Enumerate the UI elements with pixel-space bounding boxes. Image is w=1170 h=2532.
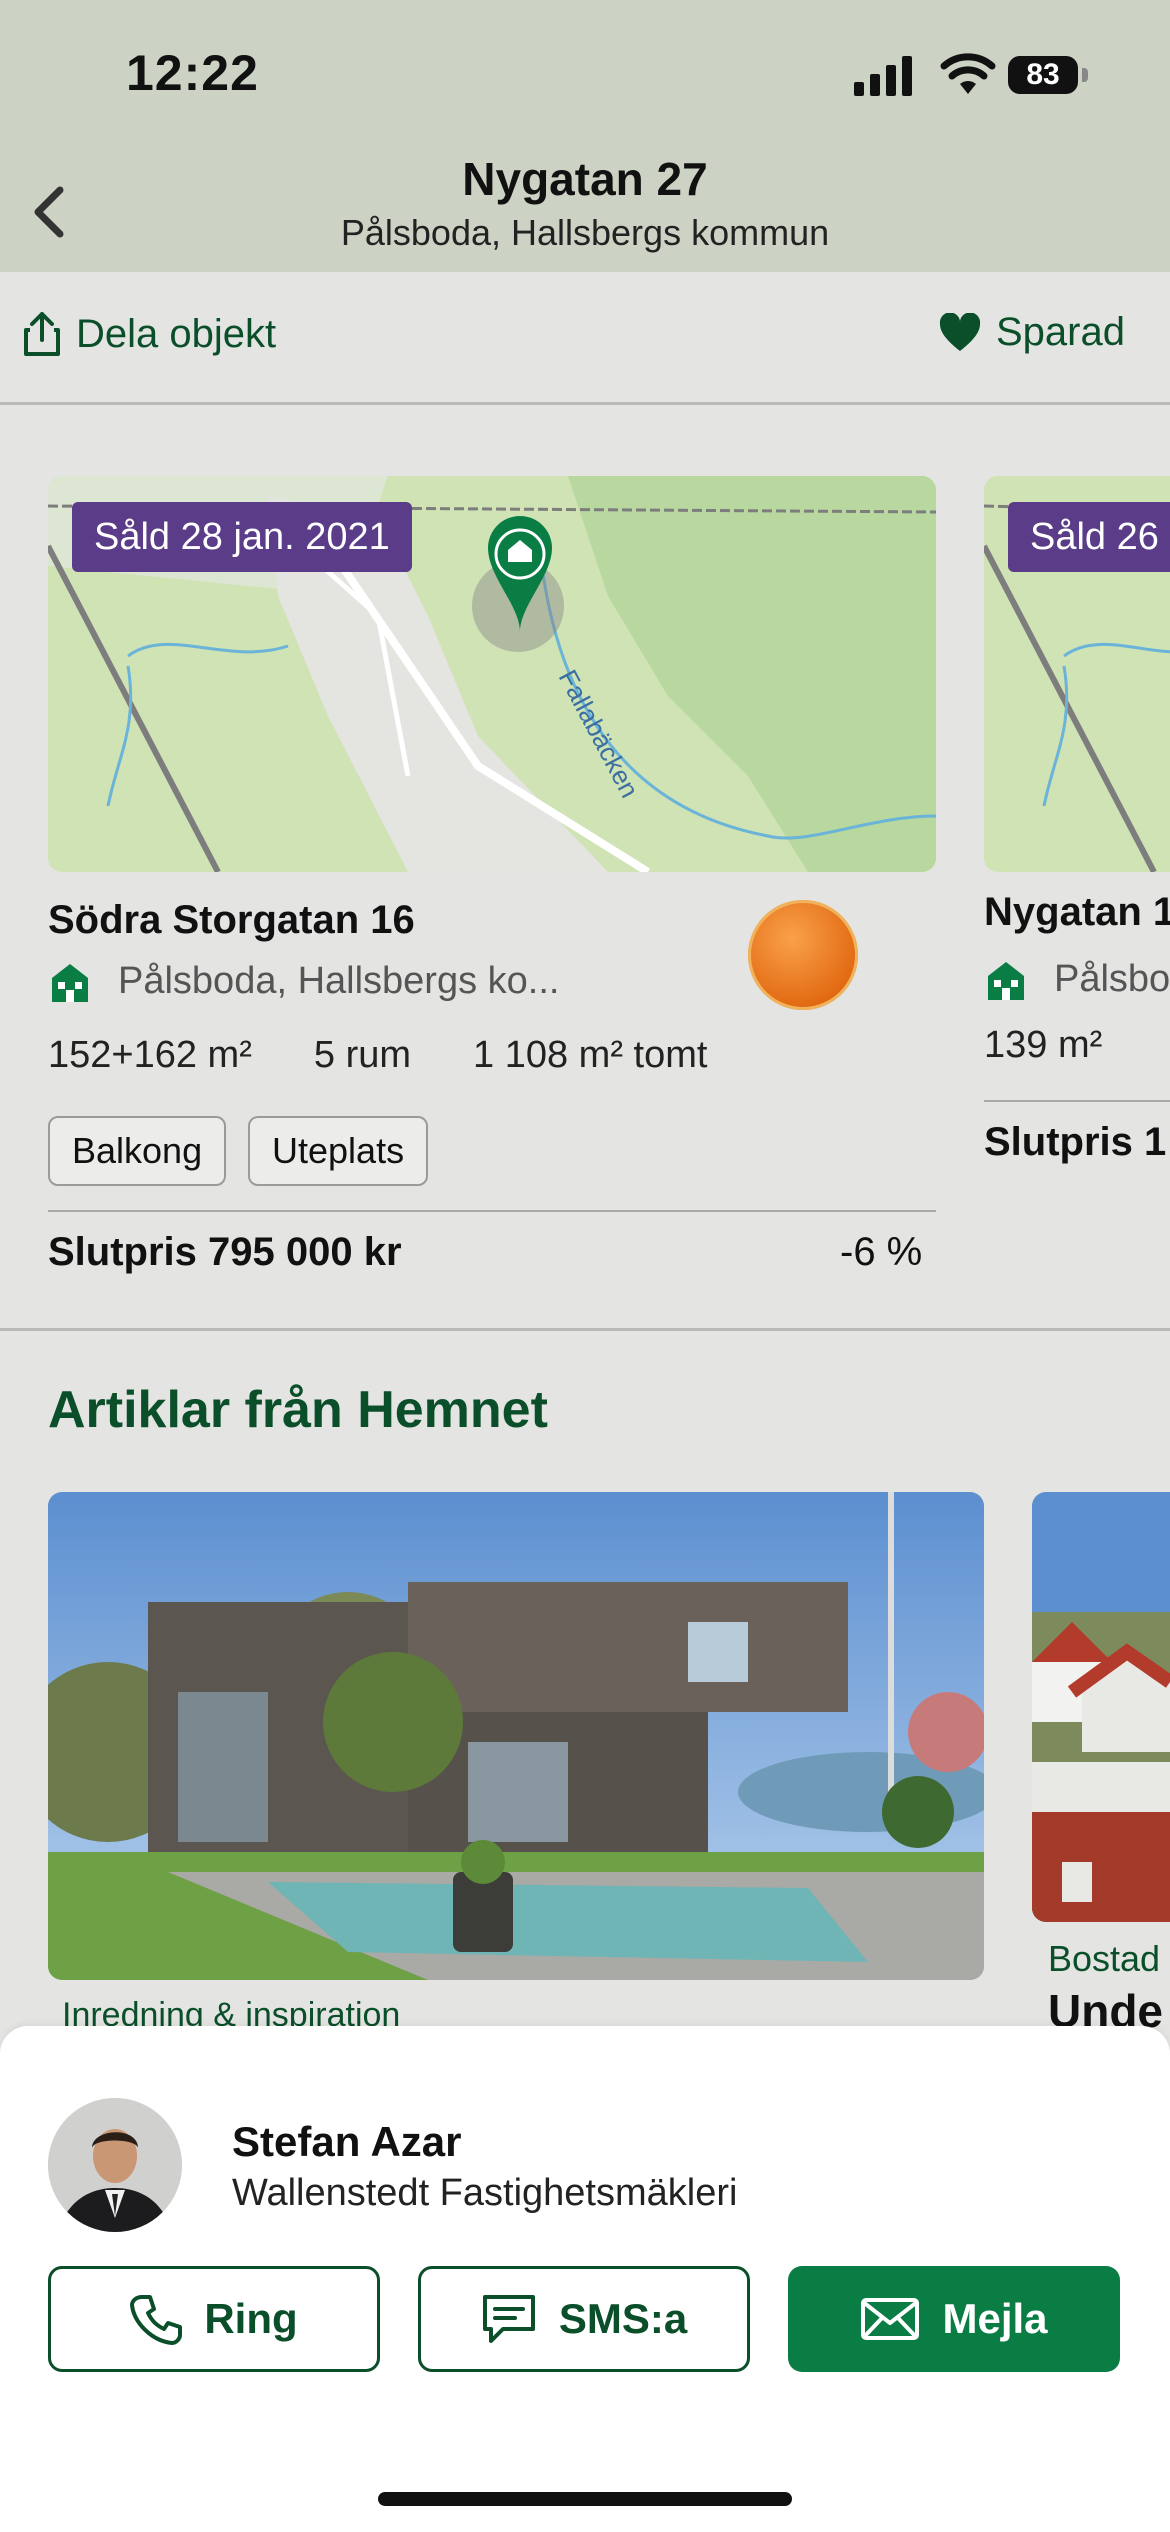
sms-button[interactable]: SMS:a — [418, 2266, 750, 2372]
article-image[interactable] — [48, 1492, 984, 1980]
sold-property-address[interactable]: Södra Storgatan 16 — [48, 898, 415, 943]
call-label: Ring — [204, 2295, 298, 2342]
status-time: 12:22 — [126, 45, 259, 101]
avatar — [48, 2098, 182, 2232]
location-text: Pålsbo — [1054, 958, 1170, 1000]
cellular-signal-icon — [854, 56, 912, 96]
room-count: 5 rum — [313, 1034, 412, 1076]
sms-label: SMS:a — [558, 2295, 688, 2342]
battery-level: 83 — [1026, 58, 1060, 91]
section-divider — [0, 1328, 1170, 1331]
share-label: Dela objekt — [76, 311, 277, 356]
living-area: 139 m² — [984, 1024, 1103, 1066]
divider — [48, 1210, 936, 1212]
battery-icon: 83 — [1008, 56, 1088, 96]
house-icon — [52, 963, 88, 1002]
phone-icon — [130, 2295, 183, 2345]
article-category: Bostad — [1048, 1938, 1161, 1979]
page-title: Nygatan 27 — [462, 153, 708, 205]
message-icon — [482, 2295, 535, 2343]
heart-icon — [939, 312, 981, 351]
share-icon — [24, 312, 60, 356]
final-price: Slutpris 1 — [984, 1120, 1167, 1164]
tag-chip: Balkong — [48, 1116, 227, 1186]
sold-badge: Såld 26 — [1008, 502, 1170, 572]
mail-button[interactable]: Mejla — [788, 2266, 1120, 2372]
plot-size: 1 108 m² tomt — [473, 1034, 708, 1076]
house-icon — [988, 961, 1024, 1000]
mail-icon — [861, 2298, 920, 2340]
article-image[interactable] — [1032, 1492, 1170, 1922]
mail-label: Mejla — [942, 2295, 1048, 2342]
call-button[interactable]: Ring — [48, 2266, 380, 2372]
page-subtitle: Pålsboda, Hallsbergs kommun — [340, 212, 830, 253]
sold-badge: Såld 28 jan. 2021 — [72, 502, 412, 572]
sold-property-stats: 152+162 m² 5 rum 1 108 m² tomt — [48, 1034, 769, 1077]
sold-property-location: Pålsboda, Hallsbergs ko... — [48, 960, 559, 1003]
price-change: -6 % — [840, 1230, 923, 1274]
agent-name: Stefan Azar — [232, 2118, 462, 2165]
wifi-icon — [940, 53, 996, 94]
living-area: 152+162 m² — [48, 1034, 252, 1076]
location-text: Pålsboda, Hallsbergs ko... — [118, 960, 560, 1002]
agent-company: Wallenstedt Fastighetsmäkleri — [232, 2172, 738, 2214]
sold-property-location: Pålsbo — [984, 958, 1170, 1001]
final-price: Slutpris 795 000 kr — [48, 1230, 402, 1274]
saved-button[interactable]: Sparad — [938, 310, 1125, 355]
share-button[interactable]: Dela objekt — [22, 310, 276, 358]
saved-label: Sparad — [996, 310, 1125, 354]
divider — [984, 1100, 1170, 1102]
broker-logo — [748, 900, 858, 1010]
home-indicator[interactable] — [378, 2492, 792, 2506]
articles-heading: Artiklar från Hemnet — [48, 1381, 548, 1439]
tag-chip: Uteplats — [248, 1116, 429, 1186]
sold-property-address[interactable]: Nygatan 1 — [984, 890, 1170, 935]
